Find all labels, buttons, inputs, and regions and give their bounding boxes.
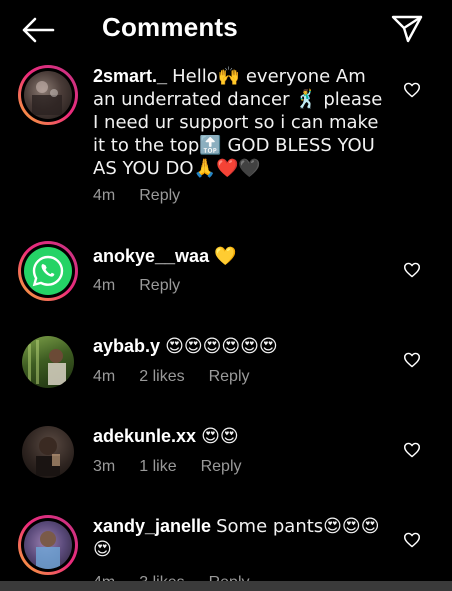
page-title: Comments: [102, 12, 238, 42]
comment-username[interactable]: adekunle.xx: [93, 426, 196, 446]
comment-meta: 4m 2 likes Reply: [93, 368, 274, 386]
heart-icon: [403, 262, 420, 278]
comment-time: 4m: [93, 277, 116, 294]
avatar[interactable]: [18, 241, 78, 301]
share-button[interactable]: [390, 12, 424, 46]
bottom-edge-bar: [0, 581, 452, 591]
likes-count[interactable]: 1 like: [139, 458, 176, 476]
reply-button[interactable]: Reply: [201, 458, 242, 476]
comment-text: anokye__waa 💛: [93, 245, 393, 268]
heart-icon: [403, 352, 420, 368]
comment-item: xandy_janelle Some pants😍😍😍😍 4m 3 likes …: [0, 508, 452, 591]
comment-item: adekunle.xx 😍😍 3m 1 like Reply: [0, 418, 452, 508]
comment-item: 2smart._ Hello🙌 everyone Am an underrate…: [0, 58, 452, 238]
paper-plane-icon: [391, 15, 423, 43]
back-button[interactable]: [20, 14, 56, 46]
comment-meta: 3m 1 like Reply: [93, 458, 266, 476]
like-button[interactable]: [402, 350, 422, 370]
like-button[interactable]: [402, 260, 422, 280]
header-bar: Comments: [0, 0, 452, 58]
comment-text: xandy_janelle Some pants😍😍😍😍: [93, 515, 393, 561]
comment-username[interactable]: 2smart._: [93, 66, 167, 86]
avatar[interactable]: [22, 336, 74, 388]
reply-button[interactable]: Reply: [139, 187, 180, 205]
like-button[interactable]: [402, 440, 422, 460]
whatsapp-icon: [32, 255, 64, 287]
avatar[interactable]: [18, 65, 78, 125]
comment-username[interactable]: anokye__waa: [93, 246, 209, 266]
arrow-left-icon: [22, 17, 55, 43]
comment-text: aybab.y 😍😍😍😍😍😍: [93, 335, 393, 358]
comment-username[interactable]: xandy_janelle: [93, 516, 211, 536]
avatar[interactable]: [18, 515, 78, 575]
comment-body: 😍😍😍😍😍😍: [165, 336, 278, 357]
comment-item: anokye__waa 💛 4m Reply: [0, 238, 452, 328]
comment-meta: 4m Reply: [93, 277, 204, 295]
comment-time: 4m: [93, 368, 116, 385]
likes-count[interactable]: 2 likes: [139, 368, 184, 386]
avatar[interactable]: [22, 426, 74, 478]
comment-time: 3m: [93, 458, 116, 475]
comment-username[interactable]: aybab.y: [93, 336, 160, 356]
heart-icon: [403, 532, 420, 548]
comment-meta: 4m Reply: [93, 187, 204, 205]
comment-body: 😍😍: [201, 426, 239, 447]
like-button[interactable]: [402, 80, 422, 100]
comment-text: 2smart._ Hello🙌 everyone Am an underrate…: [93, 65, 393, 180]
comment-item: aybab.y 😍😍😍😍😍😍 4m 2 likes Reply: [0, 328, 452, 418]
heart-icon: [403, 442, 420, 458]
reply-button[interactable]: Reply: [139, 277, 180, 295]
like-button[interactable]: [402, 530, 422, 550]
heart-icon: [403, 82, 420, 98]
reply-button[interactable]: Reply: [209, 368, 250, 386]
comment-body: 💛: [214, 246, 237, 267]
comment-time: 4m: [93, 187, 116, 204]
comment-text: adekunle.xx 😍😍: [93, 425, 393, 448]
comments-list[interactable]: 2smart._ Hello🙌 everyone Am an underrate…: [0, 58, 452, 591]
